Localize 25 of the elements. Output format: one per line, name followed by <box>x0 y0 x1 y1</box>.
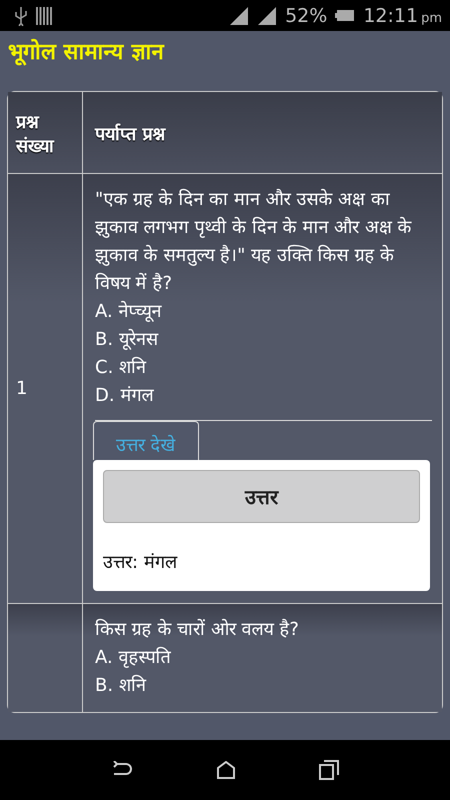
barcode-icon <box>36 6 52 24</box>
column-header: पर्याप्त प्रश्न <box>95 122 167 144</box>
option-text: A. वृहस्पति <box>95 646 172 670</box>
column-header: प्रश्न संख्या <box>16 110 56 156</box>
battery-percent: 52% <box>285 4 328 26</box>
recent-apps-icon[interactable] <box>318 760 339 780</box>
clock: 12:11 <box>363 4 418 26</box>
question-text: किस ग्रह के चारों ओर वलय है? <box>95 618 300 642</box>
clock-suffix: pm <box>421 10 442 26</box>
show-answer-tab[interactable]: उत्तर देखे <box>93 421 199 460</box>
option-text: D. मंगल <box>95 384 155 408</box>
usb-icon <box>14 6 28 26</box>
question-number: 1 <box>16 378 28 399</box>
option-text: B. यूरेनस <box>95 328 160 352</box>
home-icon[interactable] <box>216 761 236 779</box>
answer-text: उत्तर: मंगल <box>103 551 178 573</box>
option-text: C. शनि <box>95 356 148 380</box>
question-text: "एक ग्रह के दिन का मान और उसके अक्ष का झुकाव लगभग पृथ्वी के दिन के मान और अक्ष के झुकाव के समतुल्य है।" यह उक्ति किस ग्रह के विषय में है? <box>95 188 413 296</box>
signal-icon <box>257 6 278 26</box>
signal-icon <box>229 6 250 26</box>
option-text: A. नेप्च्यून <box>95 300 163 324</box>
option-text: B. शनि <box>95 674 148 698</box>
answer-heading: उत्तर <box>103 470 420 523</box>
page-title: भूगोल सामान्य ज्ञान <box>7 38 166 68</box>
battery-icon <box>335 9 356 22</box>
